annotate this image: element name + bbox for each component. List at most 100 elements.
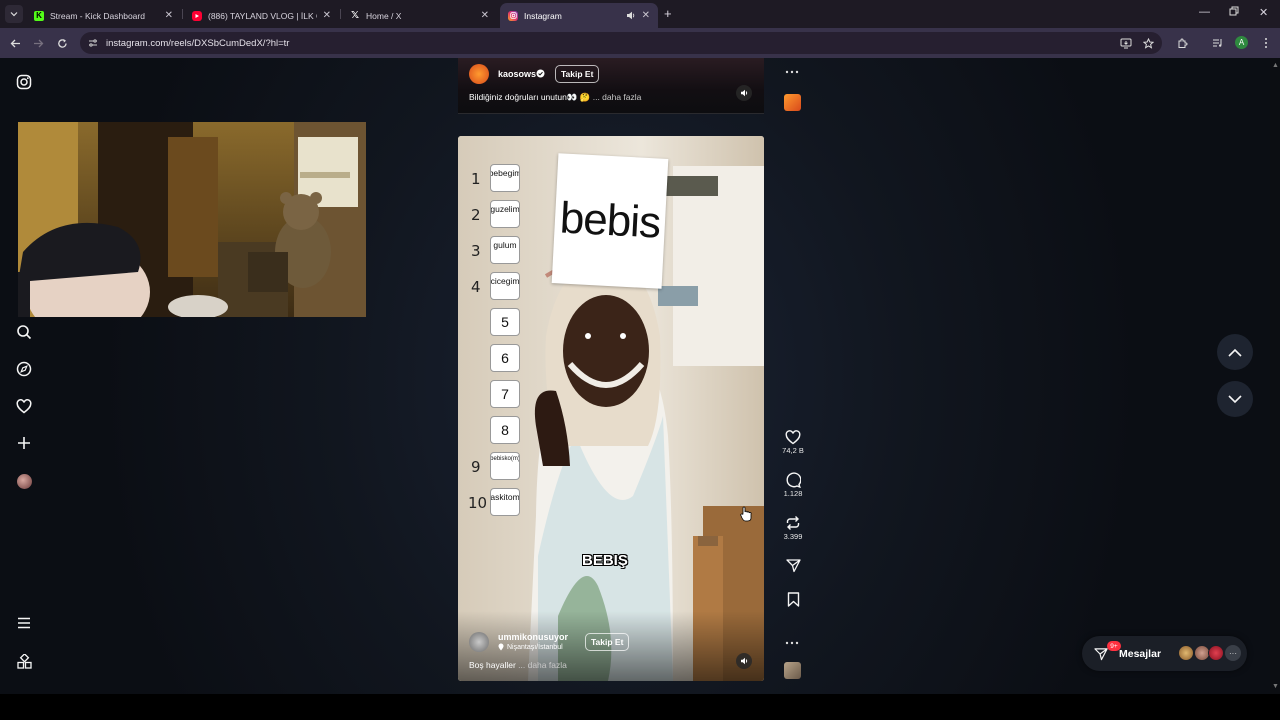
main-reel-mute-button[interactable]	[736, 653, 752, 669]
tab-kick[interactable]: K Stream - Kick Dashboard ✕	[26, 3, 181, 28]
ranking-box: guzelim	[490, 200, 520, 228]
speaker-icon[interactable]	[626, 11, 636, 20]
bookmark-star-icon[interactable]	[1140, 35, 1156, 51]
minimize-icon[interactable]: —	[1199, 6, 1210, 18]
ranking-row: 5	[468, 308, 538, 336]
ranking-row: 1 bebegim	[468, 164, 538, 192]
ummikonusuyor-avatar[interactable]	[469, 632, 489, 652]
url-text: instagram.com/reels/DXSbCumDedX/?hl=tr	[106, 37, 290, 49]
apps-icon[interactable]	[15, 652, 33, 670]
kaosows-avatar[interactable]	[469, 64, 489, 84]
ranking-number: 1	[471, 170, 481, 188]
tab-search-button[interactable]	[5, 5, 23, 23]
save-button[interactable]	[778, 592, 808, 607]
main-reel-username[interactable]: ummikonusuyor	[498, 632, 568, 642]
profile-avatar[interactable]	[15, 472, 33, 490]
caption-more-link[interactable]: ... daha fazla	[518, 660, 567, 670]
explore-icon[interactable]	[15, 360, 33, 378]
ranking-row: 4 cicegim	[468, 272, 538, 300]
main-reel-location[interactable]: Nişantaşı/İstanbul	[498, 643, 563, 651]
tab-close-icon[interactable]: ✕	[165, 10, 173, 21]
message-avatar	[1178, 645, 1194, 661]
top-reel-username[interactable]: kaosows	[498, 69, 536, 79]
install-app-icon[interactable]	[1118, 35, 1134, 51]
top-reel-audio-thumbnail[interactable]	[784, 94, 801, 111]
comment-button[interactable]: 1.128	[778, 472, 808, 498]
close-window-icon[interactable]: ✕	[1259, 6, 1268, 19]
next-reel-button[interactable]	[1217, 381, 1253, 417]
main-reel-follow-button[interactable]: Takip Et	[585, 633, 630, 651]
ranking-box: bebegim	[490, 164, 520, 192]
youtube-icon	[192, 10, 202, 21]
address-bar[interactable]: instagram.com/reels/DXSbCumDedX/?hl=tr	[80, 32, 1162, 54]
tab-close-icon[interactable]: ✕	[642, 10, 650, 21]
create-icon[interactable]	[15, 434, 33, 452]
reel-subtitle: BEBIŞ	[582, 552, 628, 569]
top-reel-more-icon[interactable]	[785, 61, 799, 79]
ranking-number: 3	[471, 242, 481, 260]
tab-title: Home / X	[366, 10, 402, 21]
previous-reel-card	[458, 58, 764, 114]
instagram-logo-icon[interactable]	[15, 73, 33, 91]
site-info-icon[interactable]	[88, 38, 98, 48]
repost-icon	[786, 516, 800, 530]
ranking-number: 9	[471, 458, 481, 476]
search-icon[interactable]	[15, 323, 33, 341]
direct-message-icon	[1094, 648, 1108, 661]
reel-video[interactable]: bebis 1 bebegim 2 guzelim 3 gulum 4 cicegim 5 6 7 8…	[458, 136, 764, 681]
ranking-box: askitom	[490, 488, 520, 516]
messages-button[interactable]: 9+ Mesajlar ···	[1082, 636, 1247, 671]
main-reel-audio-thumbnail[interactable]	[784, 662, 801, 679]
bookmark-icon	[787, 592, 799, 607]
ranking-box: gulum	[490, 236, 520, 264]
back-icon[interactable]	[7, 35, 23, 51]
heart-icon[interactable]	[15, 397, 33, 415]
heart-icon	[785, 430, 801, 445]
speaker-icon	[740, 89, 747, 97]
menu-icon[interactable]	[15, 614, 33, 632]
share-button[interactable]	[778, 558, 808, 573]
ranking-box: bebisko(m)	[490, 452, 520, 480]
browser-tab-bar: K Stream - Kick Dashboard ✕ (886) TAYLAN…	[0, 0, 1280, 28]
tab-close-icon[interactable]: ✕	[481, 10, 489, 21]
chevron-up-icon	[1228, 348, 1242, 357]
ranking-box: cicegim	[490, 272, 520, 300]
previous-reel-button[interactable]	[1217, 334, 1253, 370]
ranking-row: 3 gulum	[468, 236, 538, 264]
forward-icon[interactable]	[30, 35, 46, 51]
comment-count: 1.128	[783, 489, 803, 498]
kick-icon: K	[34, 10, 44, 21]
tab-instagram[interactable]: Instagram ✕	[500, 3, 658, 28]
chevron-down-icon	[10, 12, 18, 17]
page-scrollbar[interactable]: ▲ ▼	[1270, 58, 1280, 694]
ranking-box: 6	[490, 344, 520, 372]
overlay-word: bebis	[558, 193, 662, 248]
media-controls-icon[interactable]	[1209, 35, 1225, 51]
like-button[interactable]: 74,2 B	[778, 430, 808, 455]
ranking-row: 9 bebisko(m)	[468, 452, 538, 480]
browser-menu-icon[interactable]	[1258, 35, 1274, 51]
ranking-number: 4	[471, 278, 481, 296]
ranking-box: 8	[490, 416, 520, 444]
new-tab-button[interactable]: +	[664, 6, 672, 21]
like-count: 74,2 B	[782, 446, 804, 455]
browser-toolbar: instagram.com/reels/DXSbCumDedX/?hl=tr	[0, 28, 1280, 58]
ranking-row: 7	[468, 380, 538, 408]
profile-avatar-button[interactable]: A	[1235, 36, 1248, 49]
main-reel-more-icon[interactable]	[785, 632, 799, 650]
tab-title: (886) TAYLAND VLOG | İLK GÜN	[208, 10, 317, 21]
caption-more-link[interactable]: ... daha fazla	[593, 92, 642, 102]
top-reel-mute-button[interactable]	[736, 85, 752, 101]
speaker-icon	[740, 657, 747, 665]
ranking-row: 10 askitom	[468, 488, 538, 516]
comment-icon	[786, 472, 801, 488]
extensions-icon[interactable]	[1174, 35, 1190, 51]
top-reel-follow-button[interactable]: Takip Et	[555, 65, 600, 83]
tab-youtube[interactable]: (886) TAYLAND VLOG | İLK GÜN ✕	[184, 3, 339, 28]
reload-icon[interactable]	[54, 35, 70, 51]
tab-close-icon[interactable]: ✕	[323, 10, 331, 21]
repost-button[interactable]: 3.399	[778, 515, 808, 541]
tab-x[interactable]: 𝕏 Home / X ✕	[342, 3, 497, 28]
tab-title: Instagram	[524, 10, 562, 21]
restore-icon[interactable]	[1229, 6, 1239, 19]
